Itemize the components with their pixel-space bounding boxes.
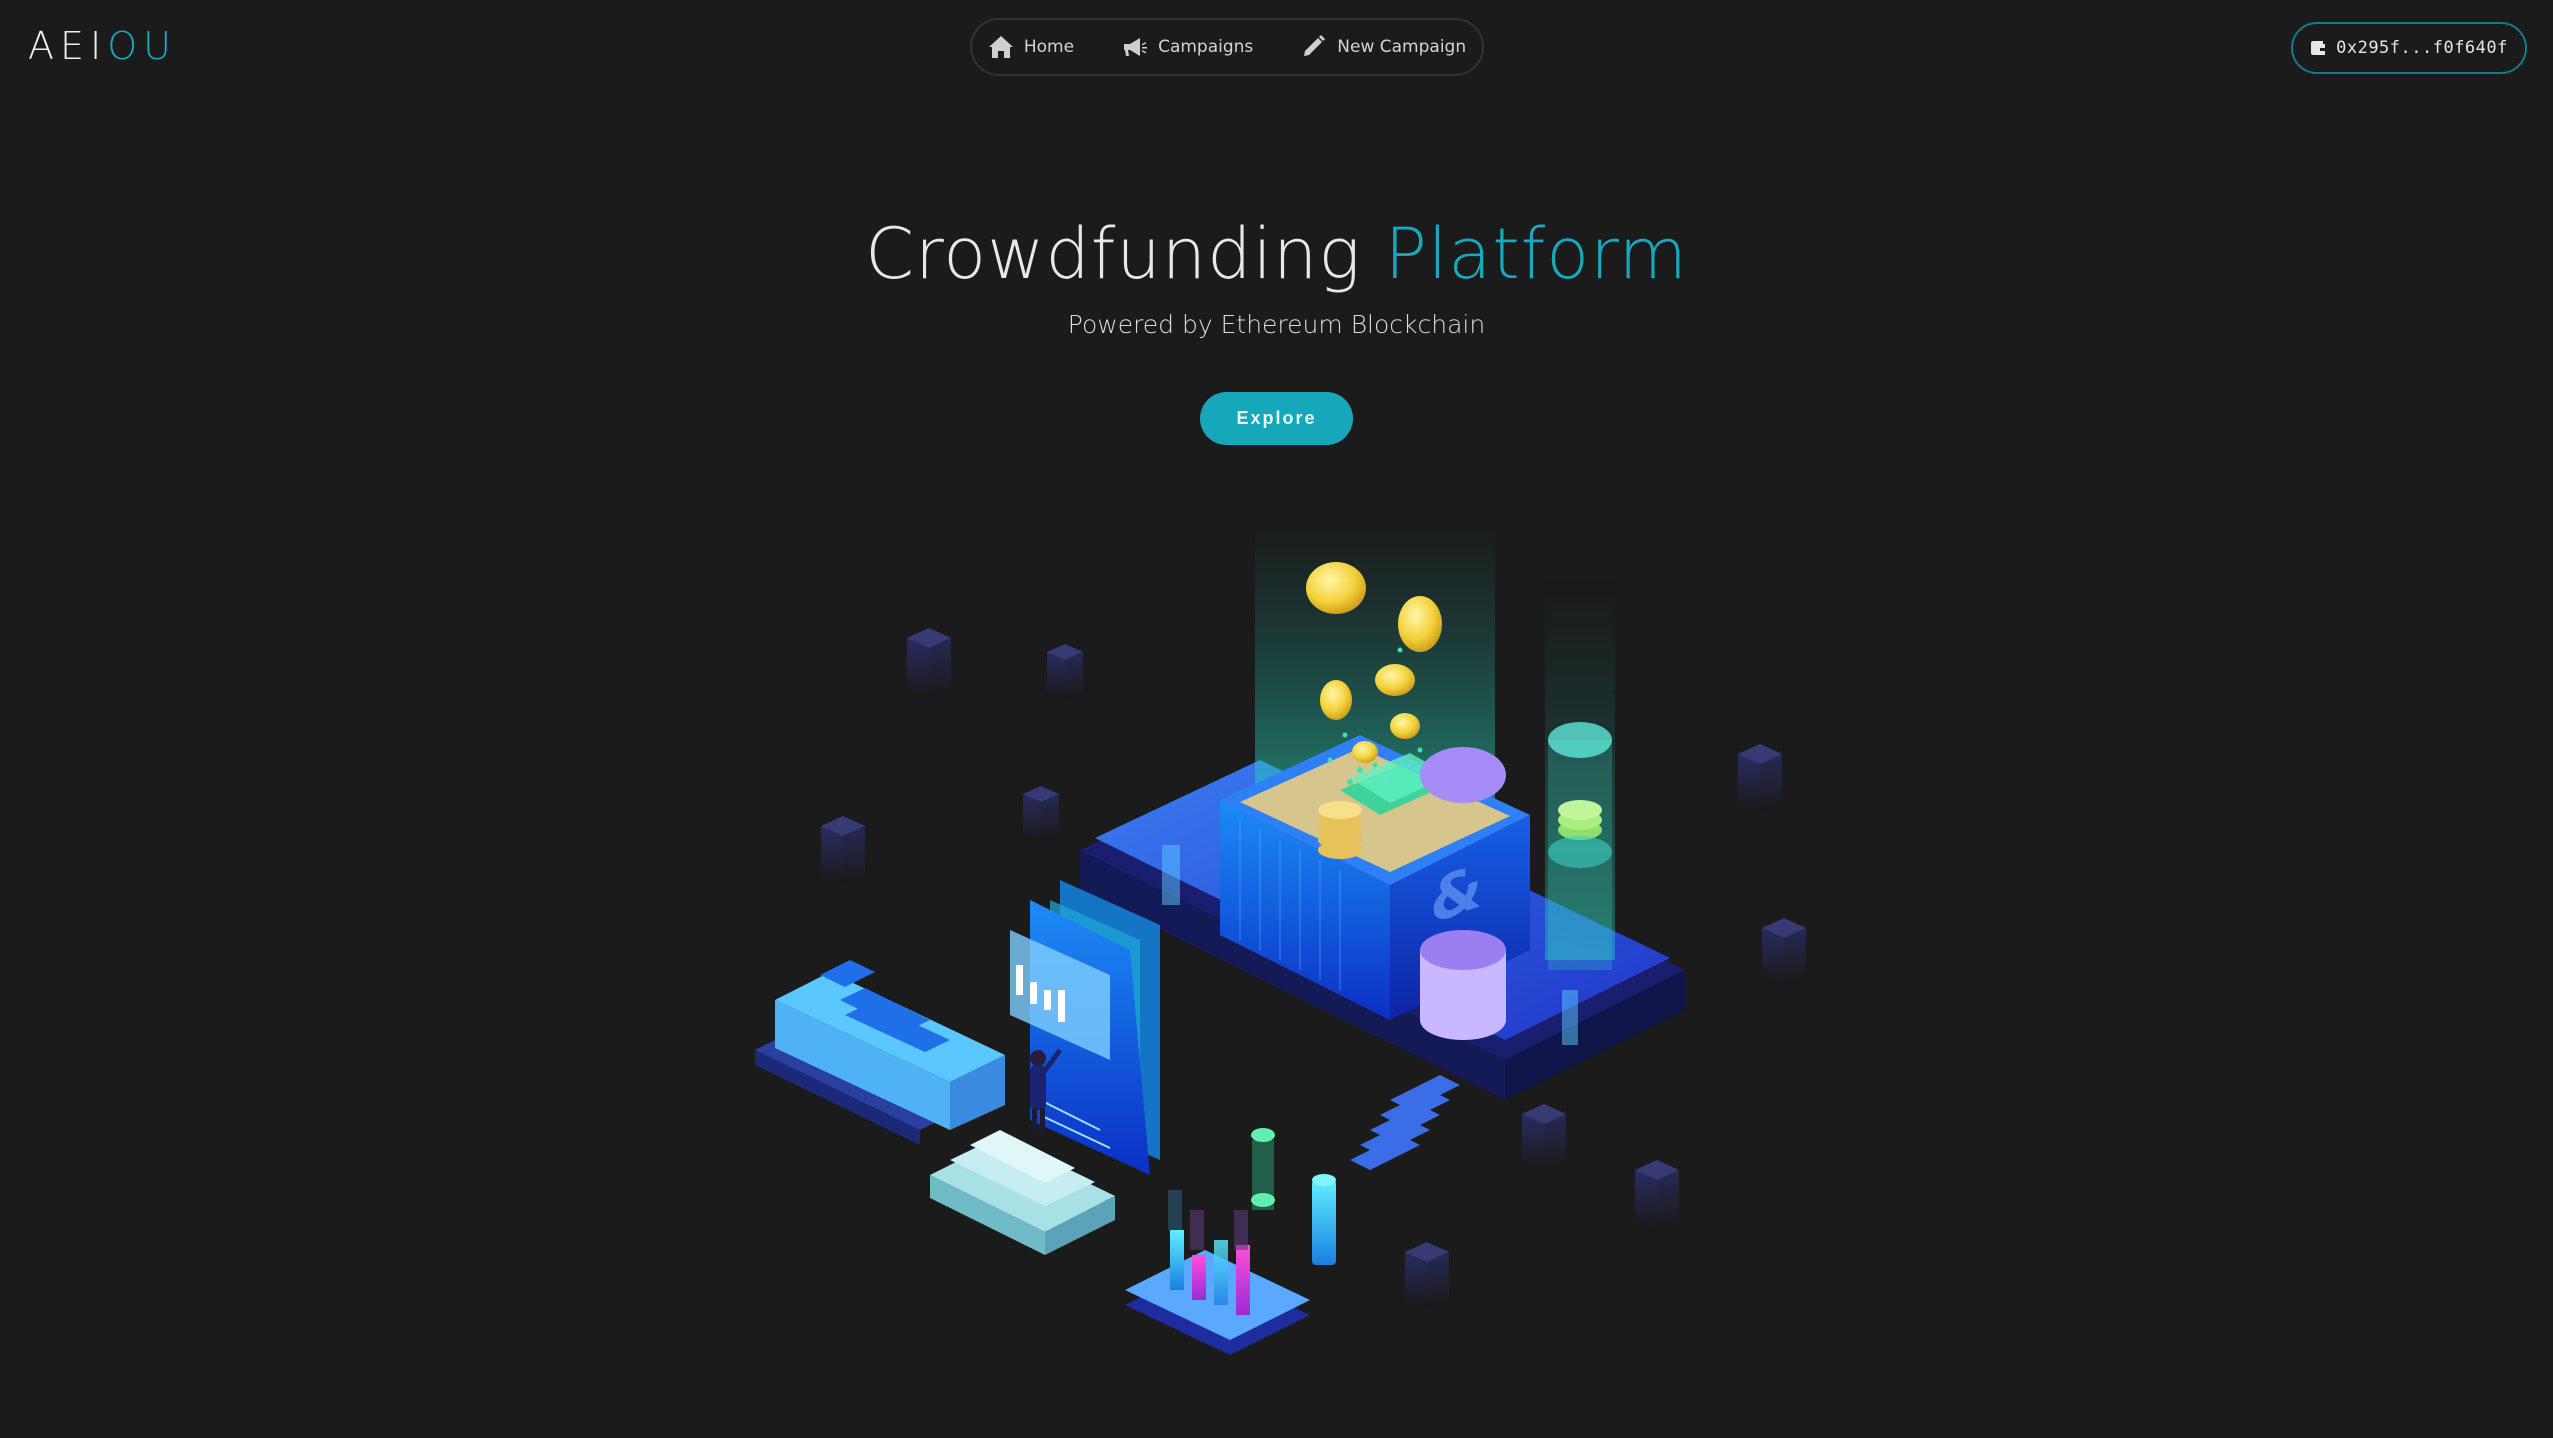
pencil-icon [1304,35,1326,56]
bar-chart-platform [1125,1190,1310,1355]
hero-illustration: & [755,520,1806,1355]
nav-home-label: Home [1023,37,1075,57]
nav-campaigns-label: Campaigns [1158,37,1254,57]
nav-campaigns-link[interactable]: Campaigns [1122,35,1253,59]
hero-title: Crowdfunding Platform [0,210,2553,298]
glass-cylinder [1548,722,1612,970]
home-icon [988,36,1013,58]
wallet-address: 0x295f...f0f640f [2336,38,2508,58]
nav-new-campaign-label: New Campaign [1337,37,1467,57]
nav-new-campaign-link[interactable]: New Campaign [1301,35,1466,59]
wallet-button[interactable]: 0x295f...f0f640f [2291,22,2527,74]
megaphone-icon [1124,38,1148,56]
hero-title-main: Crowdfunding [865,213,1385,295]
brand-logo[interactable]: AEI OU [28,22,177,70]
explore-button[interactable]: Explore [1200,392,1353,445]
main-nav: Home Campaigns New Campaign [970,18,1484,76]
person-platform [930,1130,1115,1255]
tablet-panel [755,960,1005,1145]
stairs [1350,1075,1460,1170]
logo-text-white: AEI [28,24,108,68]
nav-home-link[interactable]: Home [988,35,1074,59]
hero-subtitle: Powered by Ethereum Blockchain [1067,310,1486,339]
hero-title-accent: Platform [1384,213,1688,295]
wallet-icon [2311,41,2326,55]
logo-text-accent: OU [107,24,177,68]
